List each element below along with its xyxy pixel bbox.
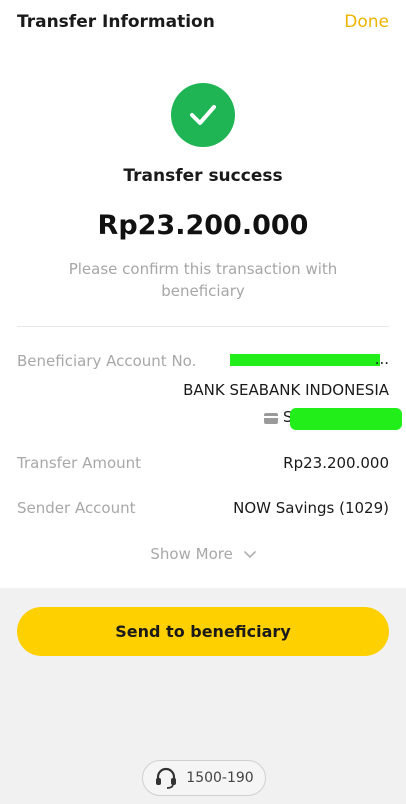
transfer-info-card: Transfer Information Done Transfer succe… bbox=[0, 0, 406, 588]
redacted-beneficiary-name bbox=[230, 354, 380, 366]
chevron-down-icon bbox=[243, 550, 256, 558]
done-button[interactable]: Done bbox=[344, 12, 389, 32]
page-title: Transfer Information bbox=[17, 12, 215, 32]
support-number: 1500-190 bbox=[186, 770, 254, 786]
sender-account-label: Sender Account bbox=[17, 499, 136, 517]
transfer-amount-heading: Rp23.200.000 bbox=[97, 210, 309, 241]
confirm-note: Please confirm this transaction with ben… bbox=[68, 260, 338, 300]
support-hotline-button[interactable]: 1500-190 bbox=[142, 760, 266, 796]
transfer-amount-label: Transfer Amount bbox=[17, 454, 142, 472]
headset-icon bbox=[156, 767, 177, 789]
divider bbox=[17, 326, 389, 327]
send-to-beneficiary-button[interactable]: Send to beneficiary bbox=[17, 607, 389, 656]
sender-account-value: NOW Savings (1029) bbox=[233, 499, 389, 517]
transfer-amount-value: Rp23.200.000 bbox=[283, 454, 389, 472]
transfer-status: Transfer success bbox=[123, 166, 283, 186]
beneficiary-bank-name: BANK SEABANK INDONESIA bbox=[183, 381, 389, 399]
redacted-account-number bbox=[290, 408, 402, 430]
show-more-label: Show More bbox=[150, 545, 233, 563]
check-icon bbox=[171, 83, 235, 147]
beneficiary-name-ellipsis: ... bbox=[374, 350, 389, 368]
show-more-toggle[interactable]: Show More bbox=[0, 545, 406, 563]
beneficiary-account-label: Beneficiary Account No. bbox=[17, 352, 197, 370]
card-icon bbox=[264, 413, 278, 424]
